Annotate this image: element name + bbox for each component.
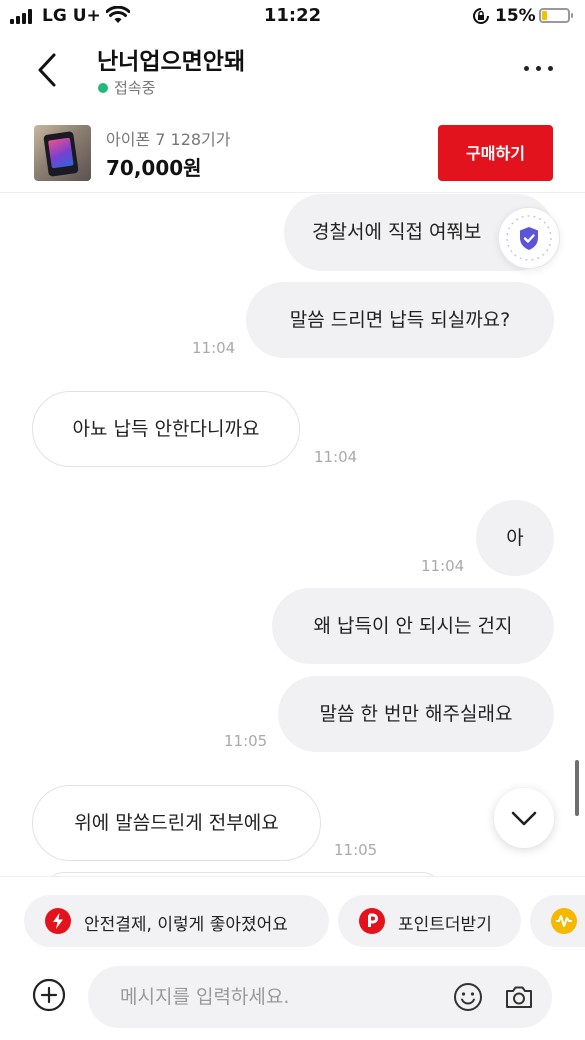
more-icon[interactable] <box>520 58 556 78</box>
online-status-dot <box>98 83 108 93</box>
message-timestamp: 11:05 <box>224 732 268 750</box>
emoji-icon[interactable] <box>452 981 484 1013</box>
battery-percent: 15% <box>495 6 536 26</box>
buy-button[interactable]: 구매하기 <box>438 125 553 181</box>
chip-safe-payment[interactable]: 안전결제, 이렇게 좋아졌어요 <box>24 895 329 947</box>
product-price: 70,000원 <box>106 156 202 180</box>
lightning-icon <box>45 908 71 934</box>
message-timestamp: 11:04 <box>314 448 358 466</box>
quick-action-bar: 안전결제, 이렇게 좋아졌어요 포인트더받기 <box>0 876 585 957</box>
message-timestamp: 11:04 <box>192 339 236 357</box>
online-status-text: 접속중 <box>114 79 156 97</box>
camera-icon[interactable] <box>503 981 535 1013</box>
chip-label: 안전결제, 이렇게 좋아졌어요 <box>84 915 288 935</box>
status-bar: LG U+ 11:22 15% <box>0 0 585 34</box>
product-thumbnail[interactable] <box>34 125 91 181</box>
message-bubble: 위에 말씀드린게 전부에요 <box>32 785 321 861</box>
plus-icon[interactable] <box>32 978 66 1012</box>
battery-icon <box>539 8 573 23</box>
chip-label: 포인트더받기 <box>398 915 492 935</box>
chip-points[interactable]: 포인트더받기 <box>338 895 521 947</box>
scroll-to-bottom-button[interactable] <box>494 788 554 848</box>
safe-trade-shield-icon[interactable] <box>498 207 560 269</box>
point-icon <box>359 908 385 934</box>
message-bubble: 말씀 한 번만 해주실래요 <box>278 676 554 752</box>
back-icon[interactable] <box>34 52 62 88</box>
message-bubble: 아 <box>476 500 554 576</box>
pay-icon <box>551 908 577 934</box>
chevron-down-icon <box>511 811 537 826</box>
chat-partner-name: 난너업으면안돼 <box>97 49 246 75</box>
message-bubble: 왜 납득이 안 되시는 건지 <box>272 588 554 664</box>
product-name: 아이폰 7 128기가 <box>106 130 231 149</box>
product-card[interactable]: 아이폰 7 128기가 70,000원 구매하기 <box>0 114 585 193</box>
orientation-lock-icon <box>473 8 489 24</box>
message-timestamp: 11:05 <box>334 841 378 859</box>
message-timestamp: 11:04 <box>421 557 465 575</box>
scrollbar[interactable] <box>575 760 579 816</box>
message-bubble: 아뇨 납득 안한다니까요 <box>32 391 300 467</box>
chip-pay[interactable] <box>530 895 585 947</box>
message-bubble: 말씀 드리면 납득 되실까요? <box>246 282 554 358</box>
